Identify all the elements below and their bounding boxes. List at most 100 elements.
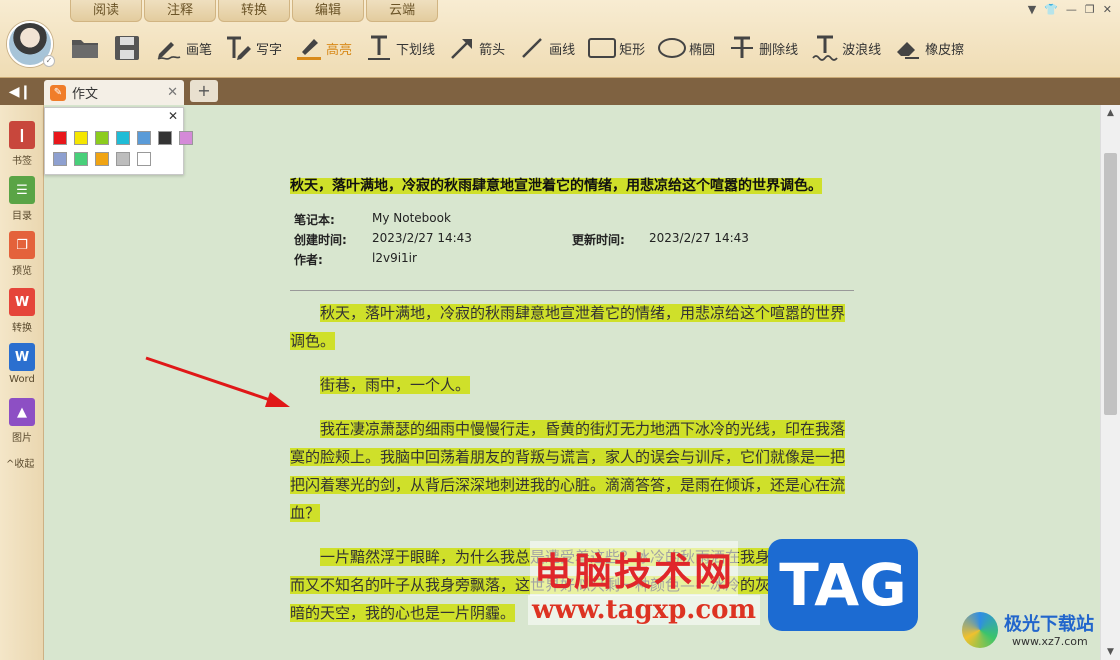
author-label: 作者: <box>294 253 323 267</box>
sidebar-item-word[interactable]: W Word <box>0 343 44 385</box>
menu-tab-cloud[interactable]: 云端 <box>366 0 439 22</box>
menu-tab-annotate[interactable]: 注释 <box>144 0 217 22</box>
sidebar-item-bookmark[interactable]: ❙ 书签 <box>0 121 44 167</box>
color-swatch[interactable] <box>53 131 67 145</box>
watermark-brand-url: www.xz7.com <box>1012 635 1088 648</box>
contents-icon: ☰ <box>9 176 35 204</box>
color-swatch[interactable] <box>158 131 172 145</box>
word-icon: W <box>9 343 35 371</box>
close-icon[interactable]: ✕ <box>1103 3 1112 16</box>
line-tool-button[interactable]: 画线 <box>511 31 581 65</box>
skin-icon[interactable]: 👕 <box>1044 3 1058 16</box>
bookmark-icon: ❙ <box>9 121 35 149</box>
sidebar-item-preview[interactable]: ❐ 预览 <box>0 231 44 277</box>
color-swatches <box>53 131 193 166</box>
side-panel: ❙ 书签 ☰ 目录 ❐ 预览 W 转换 W Word ▲ 图片 ^收起 <box>0 105 44 660</box>
open-folder-button[interactable] <box>64 31 106 65</box>
document-tab[interactable]: ✎ 作文 ✕ <box>44 80 184 105</box>
wavy-line-icon <box>810 33 840 63</box>
underline-icon <box>364 33 394 63</box>
vertical-scrollbar[interactable]: ▲ ▼ <box>1100 105 1120 660</box>
arrow-tool-button[interactable]: 箭头 <box>441 31 511 65</box>
created-label: 创建时间: <box>294 233 347 247</box>
color-swatch[interactable] <box>116 152 130 166</box>
red-arrow-annotation <box>145 356 290 407</box>
rectangle-icon <box>587 33 617 63</box>
wavy-line-tool-button[interactable]: 波浪线 <box>804 31 887 65</box>
highlight-color-palette: ✕ <box>44 107 193 175</box>
highlight-tool-button[interactable]: 高亮 <box>288 31 358 65</box>
paragraph: 我在凄凉萧瑟的细雨中慢慢行走，昏黄的街灯无力地洒下冰冷的光线，印在我落寞的脸颊上… <box>290 420 846 522</box>
document-meta: 笔记本: My Notebook 创建时间: 2023/2/27 14:43 更… <box>290 211 854 271</box>
color-swatch[interactable] <box>137 152 151 166</box>
notebook-value: My Notebook <box>372 211 451 225</box>
meta-divider <box>290 290 854 291</box>
menu-tab-edit[interactable]: 编辑 <box>292 0 365 22</box>
document-tab-strip: ◀❙ ✎ 作文 ✕ + <box>0 78 1120 105</box>
close-tab-icon[interactable]: ✕ <box>167 85 178 100</box>
color-swatch[interactable] <box>137 131 151 145</box>
folder-icon <box>70 33 100 63</box>
minimize-icon[interactable]: — <box>1066 3 1077 16</box>
color-swatch[interactable] <box>179 131 193 145</box>
avatar-badge-icon: ✓ <box>43 55 55 67</box>
ellipse-icon <box>657 33 687 63</box>
maximize-icon[interactable]: ❐ <box>1085 3 1095 16</box>
ellipse-tool-button[interactable]: 椭圆 <box>651 31 721 65</box>
document-title: 秋天，落叶满地，冷寂的秋雨肆意地宣泄着它的情绪，用悲凉给这个喧嚣的世界调色。 <box>290 178 822 194</box>
updated-label: 更新时间: <box>572 233 625 247</box>
color-swatch[interactable] <box>116 131 130 145</box>
highlighter-icon <box>294 33 324 63</box>
rectangle-tool-button[interactable]: 矩形 <box>581 31 651 65</box>
watermark-tag-logo: TAG <box>768 539 918 631</box>
paragraph: 秋天，落叶满地，冷寂的秋雨肆意地宣泄着它的情绪，用悲凉给这个喧嚣的世界调色。 <box>290 304 846 350</box>
sidebar-item-image[interactable]: ▲ 图片 <box>0 398 44 444</box>
dropdown-icon[interactable]: ▼ <box>1028 3 1036 16</box>
underline-tool-button[interactable]: 下划线 <box>358 31 441 65</box>
menu-tab-read[interactable]: 阅读 <box>70 0 143 22</box>
write-icon <box>224 33 254 63</box>
eraser-icon <box>893 33 923 63</box>
watermark-tagxp: 电脑技术网 www.tagxp.com TAG <box>522 537 922 637</box>
watermark-site-url: www.tagxp.com <box>528 595 761 625</box>
top-toolbar: ✓ 阅读 注释 转换 编辑 云端 ▼ 👕 — ❐ ✕ 画笔 写字 高亮 下划线 … <box>0 0 1120 78</box>
author-value: l2v9i1ir <box>372 251 417 265</box>
watermark-brand-title: 极光下载站 <box>1004 614 1094 635</box>
line-icon <box>517 33 547 63</box>
sidebar-item-convert[interactable]: W 转换 <box>0 288 44 334</box>
color-swatch[interactable] <box>74 152 88 166</box>
menu-tabs: 阅读 注释 转换 编辑 云端 <box>70 0 440 22</box>
scrollbar-thumb[interactable] <box>1104 153 1117 415</box>
color-swatch[interactable] <box>74 131 88 145</box>
sidebar-fold-button[interactable]: ^收起 <box>6 455 34 470</box>
save-icon <box>112 33 142 63</box>
pen-icon <box>154 33 184 63</box>
color-swatch[interactable] <box>95 152 109 166</box>
xz7-logo-icon <box>962 612 998 648</box>
strikethrough-icon <box>727 33 757 63</box>
updated-value: 2023/2/27 14:43 <box>649 231 749 245</box>
window-controls: ▼ 👕 — ❐ ✕ <box>1028 3 1112 16</box>
watermark-xz7: 极光下载站 www.xz7.com <box>960 608 1120 656</box>
document-page: 秋天，落叶满地，冷寂的秋雨肆意地宣泄着它的情绪，用悲凉给这个喧嚣的世界调色。 笔… <box>290 175 854 622</box>
menu-tab-convert[interactable]: 转换 <box>218 0 291 22</box>
arrow-icon <box>447 33 477 63</box>
watermark-site-name: 电脑技术网 <box>530 541 739 596</box>
save-button[interactable] <box>106 31 148 65</box>
close-palette-icon[interactable]: ✕ <box>168 109 178 123</box>
strikethrough-tool-button[interactable]: 删除线 <box>721 31 804 65</box>
write-tool-button[interactable]: 写字 <box>218 31 288 65</box>
collapse-sidebar-icon[interactable]: ◀❙ <box>8 83 32 101</box>
pen-tool-button[interactable]: 画笔 <box>148 31 218 65</box>
sidebar-item-contents[interactable]: ☰ 目录 <box>0 176 44 222</box>
eraser-tool-button[interactable]: 橡皮擦 <box>887 31 970 65</box>
color-swatch[interactable] <box>53 152 67 166</box>
color-swatch[interactable] <box>95 131 109 145</box>
add-tab-button[interactable]: + <box>190 80 218 102</box>
image-icon: ▲ <box>9 398 35 426</box>
file-icon: ✎ <box>50 84 66 101</box>
annotation-tools: 画笔 写字 高亮 下划线 箭头 画线 矩形 椭圆 删除线 波浪线 橡皮擦 <box>64 30 970 66</box>
created-value: 2023/2/27 14:43 <box>372 231 472 245</box>
paragraph: 街巷，雨中，一个人。 <box>320 376 471 394</box>
scroll-up-icon[interactable]: ▲ <box>1101 105 1120 121</box>
